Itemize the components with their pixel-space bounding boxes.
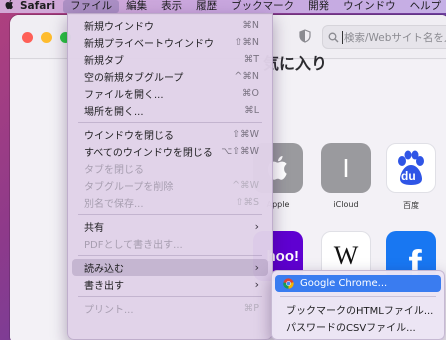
menu-view[interactable]: 表示 — [154, 0, 189, 13]
menu-item-label: 新規プライベートウインドウ — [84, 39, 214, 50]
menu-shortcut: ⌘T — [243, 54, 259, 65]
menu-item-label: すべてのウインドウを閉じる — [84, 148, 213, 159]
menu-item-close-tab: タブを閉じる — [72, 160, 268, 177]
menu-item-new-empty-tab-group[interactable]: 空の新規タブグループ ^⌘N — [72, 68, 268, 85]
menu-item-label: PDFとして書き出す... — [84, 240, 183, 251]
menu-item-label: 共有 — [84, 223, 104, 234]
menu-shortcut: ^⌘N — [234, 71, 259, 82]
submenu-item-passwords-csv[interactable]: パスワードのCSVファイル... — [275, 318, 441, 335]
menu-shortcut: ⌘L — [244, 105, 259, 116]
menu-item-label: タブを閉じる — [84, 165, 144, 176]
submenu-separator — [280, 296, 436, 297]
menu-item-close-window[interactable]: ウインドウを閉じる ⇧⌘W — [72, 126, 268, 143]
menu-bar: Safari ファイル 編集 表示 履歴 ブックマーク 開発 ウインドウ ヘルプ — [0, 0, 446, 13]
chevron-right-icon: › — [254, 220, 259, 233]
menu-item-open-file[interactable]: ファイルを開く... ⌘O — [72, 85, 268, 102]
file-menu-dropdown: 新規ウインドウ ⌘N 新規プライベートウインドウ ⇧⌘N 新規タブ ⌘T 空の新規タブ… — [67, 13, 273, 340]
menu-shortcut: ⌘O — [242, 88, 259, 99]
favorite-tile-icloud[interactable]: I — [321, 143, 371, 193]
google-chrome-icon — [283, 278, 294, 289]
apple-menu-icon[interactable] — [5, 0, 14, 13]
menu-item-import[interactable]: 読み込む › — [72, 259, 268, 276]
menu-item-new-tab[interactable]: 新規タブ ⌘T — [72, 51, 268, 68]
import-submenu: Google Chrome... ブックマークのHTMLファイル... パスワー… — [271, 270, 445, 340]
menu-shortcut: ⌘P — [243, 303, 259, 314]
favorite-label-icloud: iCloud — [333, 200, 359, 209]
menu-item-label: 読み込む — [84, 264, 124, 275]
menu-file[interactable]: ファイル — [63, 0, 120, 13]
chevron-right-icon: › — [254, 261, 259, 274]
menu-item-print: プリント... ⌘P — [72, 300, 268, 317]
menu-item-export[interactable]: 書き出す › — [72, 276, 268, 293]
menu-shortcut: ^⌘W — [232, 180, 259, 191]
menu-item-label: ファイルを開く... — [84, 90, 164, 101]
menu-separator — [78, 214, 262, 215]
menu-shortcut: ⇧⌘W — [232, 129, 259, 140]
minimize-window-button[interactable] — [41, 32, 52, 43]
menu-bookmarks[interactable]: ブックマーク — [224, 0, 301, 13]
menu-shortcut: ⇧⌘N — [234, 37, 259, 48]
menu-item-label: 場所を開く... — [84, 107, 144, 118]
menu-shortcut: ⌘N — [242, 20, 259, 31]
menu-window[interactable]: ウインドウ — [336, 0, 403, 13]
menu-item-label: 新規ウインドウ — [84, 22, 154, 33]
menu-item-close-all-windows[interactable]: すべてのウインドウを閉じる ⌥⇧⌘W — [72, 143, 268, 160]
menu-develop[interactable]: 開発 — [301, 0, 336, 13]
menu-separator — [78, 122, 262, 123]
submenu-item-label: ブックマークのHTMLファイル... — [286, 306, 434, 317]
menu-item-new-private-window[interactable]: 新規プライベートウインドウ ⇧⌘N — [72, 34, 268, 51]
address-search-field[interactable]: 検索/Webサイト名を入力 — [322, 25, 446, 49]
menu-item-label: タブグループを削除 — [84, 182, 174, 193]
submenu-item-label: パスワードのCSVファイル... — [286, 323, 416, 334]
submenu-item-bookmarks-html[interactable]: ブックマークのHTMLファイル... — [275, 301, 441, 318]
menu-shortcut: ⌥⇧⌘W — [221, 146, 259, 157]
menu-help[interactable]: ヘルプ — [403, 0, 446, 13]
menu-item-label: ウインドウを閉じる — [84, 131, 174, 142]
menu-separator — [78, 255, 262, 256]
menu-item-export-pdf: PDFとして書き出す... — [72, 235, 268, 252]
menu-history[interactable]: 履歴 — [189, 0, 224, 13]
search-icon — [328, 32, 339, 42]
search-placeholder: 検索/Webサイト名を入力 — [344, 31, 446, 44]
submenu-item-google-chrome[interactable]: Google Chrome... — [275, 275, 441, 292]
menu-item-label: プリント... — [84, 305, 134, 316]
menu-item-share[interactable]: 共有 › — [72, 218, 268, 235]
menu-item-open-location[interactable]: 場所を開く... ⌘L — [72, 102, 268, 119]
menu-item-save-as: 別名で保存... ⇧⌘S — [72, 194, 268, 211]
menu-item-new-window[interactable]: 新規ウインドウ ⌘N — [72, 17, 268, 34]
menu-item-label: 空の新規タブグループ — [84, 73, 184, 84]
favorite-tile-baidu[interactable]: du — [386, 143, 436, 193]
submenu-item-label: Google Chrome... — [300, 278, 388, 289]
text-cursor — [342, 30, 343, 44]
close-window-button[interactable] — [22, 32, 33, 43]
chevron-right-icon: › — [254, 278, 259, 291]
menu-item-label: 別名で保存... — [84, 199, 144, 210]
wikipedia-logo-text: W — [333, 241, 359, 270]
privacy-shield-icon[interactable] — [299, 29, 311, 43]
favorite-label-baidu: 百度 — [403, 201, 419, 210]
menu-separator — [78, 296, 262, 297]
menu-shortcut: ⇧⌘S — [235, 197, 260, 208]
menu-edit[interactable]: 編集 — [119, 0, 154, 13]
icloud-letter: I — [342, 152, 350, 183]
menu-item-label: 書き出す — [84, 281, 124, 292]
baidu-du-text: du — [401, 169, 416, 183]
menu-safari[interactable]: Safari — [14, 0, 63, 13]
menu-item-label: 新規タブ — [84, 56, 124, 67]
menu-item-delete-tab-group: タブグループを削除 ^⌘W — [72, 177, 268, 194]
